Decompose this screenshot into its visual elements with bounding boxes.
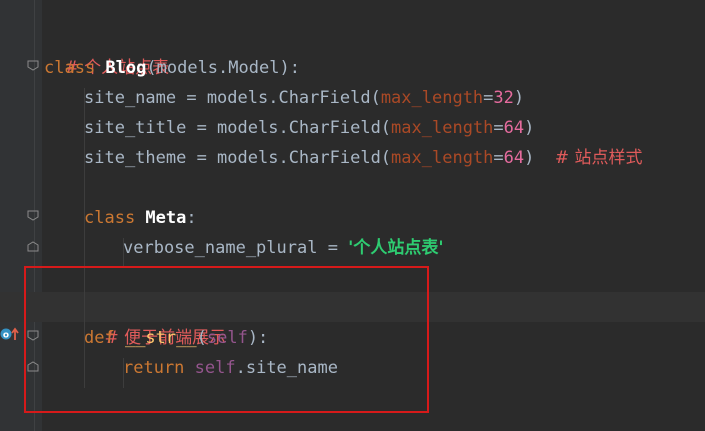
field-assign: site_theme = models.CharField( xyxy=(84,148,392,168)
svg-text:o: o xyxy=(3,331,9,341)
close-paren: ) xyxy=(513,88,525,108)
code-line-2: class Blog(models.Model): xyxy=(44,53,300,83)
code-line-3: site_name = models.CharField(max_length=… xyxy=(84,83,524,113)
equals: = xyxy=(493,118,504,138)
kwarg-name: max_length xyxy=(380,88,484,108)
field-assign: site_title = models.CharField( xyxy=(84,118,392,138)
fold-end-marker-icon[interactable] xyxy=(27,241,39,252)
field-assign: site_name = models.CharField( xyxy=(84,88,381,108)
close-paren: ) xyxy=(524,148,555,168)
string-literal: '个人站点表' xyxy=(348,238,444,258)
highlight-box xyxy=(24,266,429,413)
kwarg-name: max_length xyxy=(391,118,494,138)
equals: = xyxy=(483,88,494,108)
code-line-8: verbose_name_plural = '个人站点表' xyxy=(123,233,444,263)
override-method-icon[interactable]: o xyxy=(0,326,22,342)
number: 64 xyxy=(503,148,525,168)
equals: = xyxy=(493,148,504,168)
kwarg-name: max_length xyxy=(391,148,494,168)
base-class: models.Model xyxy=(156,58,280,78)
code-line-1: # 个人站点表 xyxy=(44,23,169,78)
keyword-class: class xyxy=(44,58,106,78)
fold-marker-icon[interactable] xyxy=(27,60,39,71)
meta-assign: verbose_name_plural = xyxy=(123,238,349,258)
code-line-5: site_theme = models.CharField(max_length… xyxy=(84,143,643,173)
code-line-7: class Meta: xyxy=(84,203,197,233)
keyword-class: class xyxy=(84,208,146,228)
paren: ( xyxy=(146,58,157,78)
class-name: Meta xyxy=(145,208,187,228)
paren-colon: ): xyxy=(279,58,300,78)
close-paren: ) xyxy=(524,118,535,138)
number: 64 xyxy=(503,118,525,138)
comment: # 站点样式 xyxy=(554,148,643,168)
class-name: Blog xyxy=(105,58,147,78)
number: 32 xyxy=(493,88,514,108)
colon: : xyxy=(186,208,197,228)
code-line-4: site_title = models.CharField(max_length… xyxy=(84,113,534,143)
fold-marker-icon[interactable] xyxy=(27,210,39,221)
